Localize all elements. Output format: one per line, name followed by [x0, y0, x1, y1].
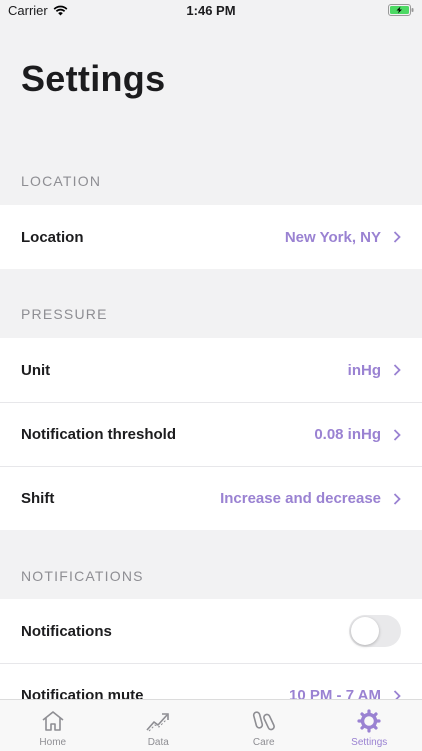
location-row[interactable]: Location New York, NY	[0, 205, 422, 269]
notifications-toggle[interactable]	[349, 615, 401, 647]
tab-home[interactable]: Home	[0, 700, 106, 751]
row-label: Unit	[21, 362, 348, 379]
tab-label: Data	[148, 737, 169, 748]
toggle-knob	[351, 617, 379, 645]
location-group: Location New York, NY	[0, 205, 422, 269]
notifications-row: Notifications	[0, 599, 422, 663]
section-header-location: LOCATION	[21, 173, 101, 189]
row-label: Notifications	[21, 623, 349, 640]
chevron-right-icon	[393, 493, 401, 505]
row-label: Shift	[21, 490, 220, 507]
tab-settings[interactable]: Settings	[317, 700, 422, 751]
trend-icon	[145, 709, 171, 733]
tab-label: Home	[39, 737, 66, 748]
unit-row[interactable]: Unit inHg	[0, 338, 422, 402]
battery-charging-icon	[388, 4, 414, 16]
row-value: Increase and decrease	[220, 490, 381, 507]
care-icon	[251, 709, 277, 733]
row-label: Notification threshold	[21, 426, 314, 443]
tab-data[interactable]: Data	[106, 700, 212, 751]
shift-row[interactable]: Shift Increase and decrease	[0, 466, 422, 530]
row-label: Location	[21, 229, 285, 246]
tab-label: Settings	[351, 737, 387, 748]
chevron-right-icon	[393, 364, 401, 376]
tab-bar: Home Data Care	[0, 699, 422, 751]
section-header-notifications: NOTIFICATIONS	[21, 568, 144, 584]
gear-icon	[356, 709, 382, 733]
chevron-right-icon	[393, 429, 401, 441]
row-value: 0.08 inHg	[314, 426, 381, 443]
home-icon	[40, 709, 66, 733]
tab-care[interactable]: Care	[211, 700, 317, 751]
row-value: inHg	[348, 362, 381, 379]
pressure-group: Unit inHg Notification threshold 0.08 in…	[0, 338, 422, 530]
section-header-pressure: PRESSURE	[21, 306, 108, 322]
chevron-right-icon	[393, 231, 401, 243]
status-bar: Carrier 1:46 PM	[0, 0, 422, 22]
page-title: Settings	[21, 58, 165, 100]
row-value: New York, NY	[285, 229, 381, 246]
clock: 1:46 PM	[0, 3, 422, 18]
notification-threshold-row[interactable]: Notification threshold 0.08 inHg	[0, 402, 422, 466]
tab-label: Care	[253, 737, 275, 748]
